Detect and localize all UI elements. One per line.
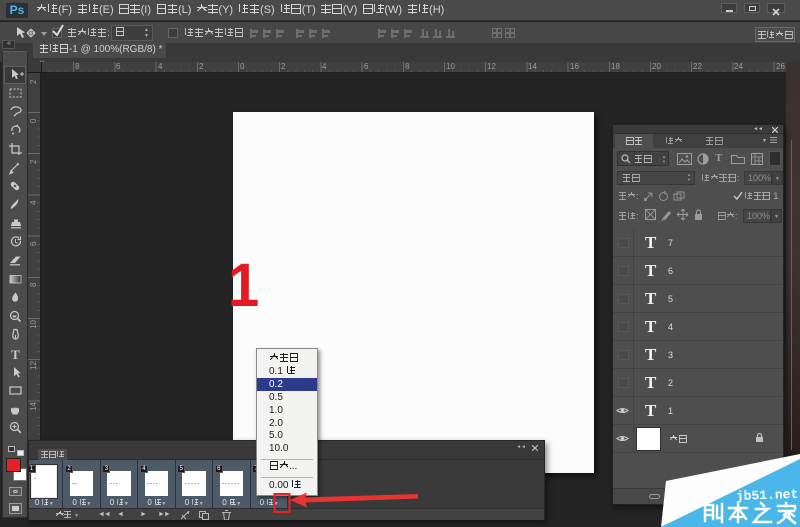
svg-text:jb51.net: jb51.net	[736, 487, 799, 504]
